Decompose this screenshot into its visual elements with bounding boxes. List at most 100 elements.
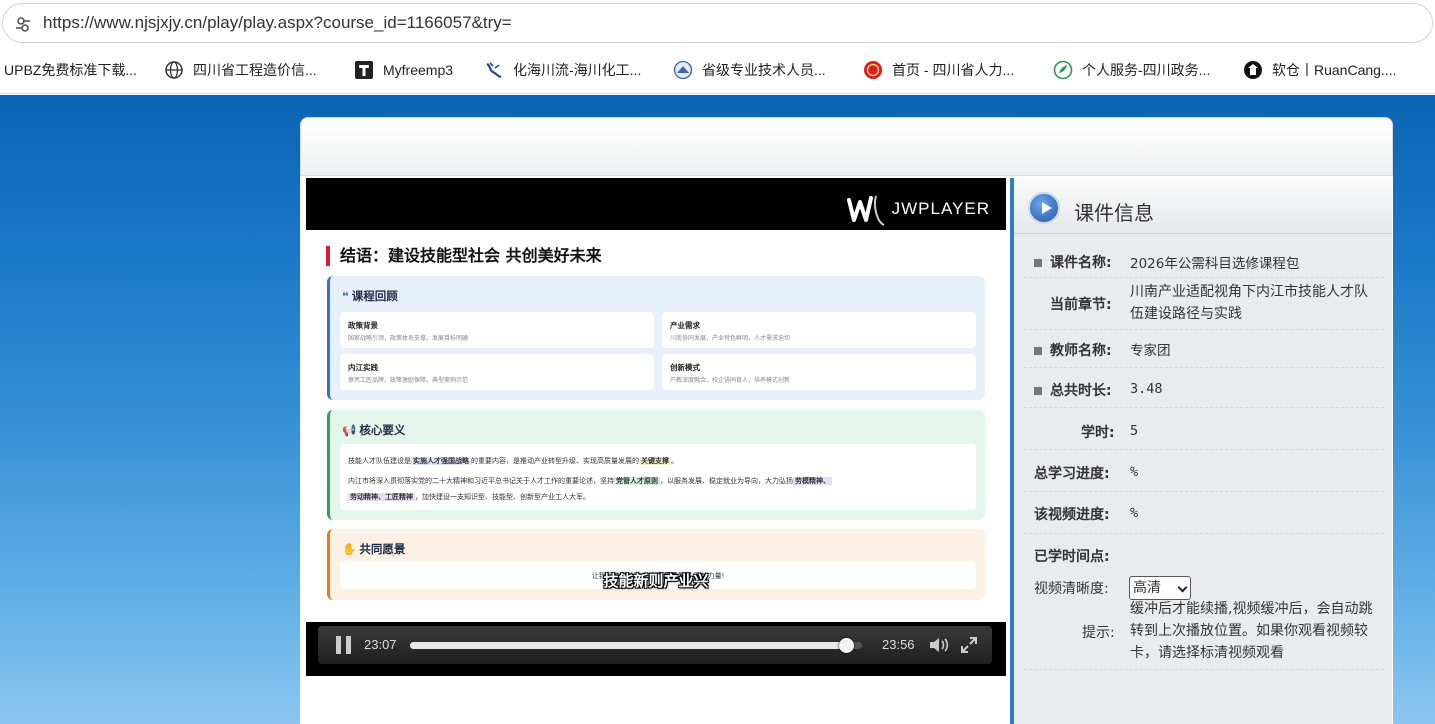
seek-bar-progress [410,642,847,649]
tip-row: 提示: 缓冲后才能续播,视频缓冲后，会自动跳转到上次播放位置。如果你观看视频较卡… [1024,598,1384,670]
total-progress-row: 总学习进度: % [1024,454,1384,492]
teacher-value: 专家团 [1130,343,1171,359]
t-logo-icon [355,61,373,79]
seek-bar[interactable] [410,638,862,653]
chapter-value: 川南产业适配视角下内江市技能人才队伍建设路径与实践 [1130,284,1368,322]
video-progress-value: % [1130,505,1139,521]
quality-label: 视频清晰度: [1034,581,1109,597]
tip-text: 缓冲后才能续播,视频缓冲后，会自动跳转到上次播放位置。如果你观看视频较卡，请选择… [1130,601,1373,661]
teacher-row: 教师名称: 专家团 [1024,332,1384,368]
bookmark-province[interactable]: 省级专业技术人员... [673,58,826,82]
total-progress-value: % [1130,464,1139,480]
globe-icon [165,61,183,79]
seek-knob[interactable] [839,638,855,653]
bookmark-label: Myfreemp3 [383,62,454,78]
bookmark-sc-hr[interactable]: 首页 - 四川省人力... [863,58,1014,82]
red-badge-icon [864,61,882,79]
bookmark-sc-cost[interactable]: 四川省工程造价信... [164,58,317,82]
page-header-frame [300,117,1393,176]
core-heading: 📢 核心要义 [342,423,406,437]
bookmark-upbz[interactable]: UPBZ免费标准下载... [4,58,137,82]
ruancang-icon [1244,61,1262,79]
duration-value: 3.48 [1130,381,1163,397]
review-item: 政策背景 国家战略引领，政策体系支撑，发展目标明确 [340,312,654,348]
bookmark-label: 首页 - 四川省人力... [892,62,1015,78]
bookmark-ruancang[interactable]: 软仓丨RuanCang.... [1243,58,1397,82]
review-card: ❝ 课程回顾 政策背景 国家战略引领，政策体系支撑，发展目标明确 产业需求 川南协… [327,276,985,400]
bookmark-label: UPBZ免费标准下载... [4,62,138,78]
quality-selected-value: 高清 [1133,580,1161,596]
core-text-box: 技能人才队伍建设是 实施人才强国战略 的重要内容，是推动产业转型升级、实现高质量发展… [340,444,976,510]
bookmark-myfreemp3[interactable]: Myfreemp3 [354,58,453,82]
course-name-label: 课件名称: [1034,252,1112,272]
bullet-square-icon [1034,259,1042,267]
video-progress-row: 该视频进度: % [1024,496,1384,534]
duration-label: 总共时长: [1034,380,1112,400]
quality-select[interactable]: 高清 [1129,576,1191,600]
bookmark-label: 个人服务-四川政务... [1082,62,1211,78]
core-line-1: 技能人才队伍建设是 实施人才强国战略 的重要内容，是推动产业转型升级、实现高质量发展… [348,457,678,465]
teacher-label: 教师名称: [1034,340,1112,360]
fullscreen-icon[interactable] [961,637,977,653]
vision-heading: ✋ 共同愿景 [342,542,406,556]
bullet-square-icon [1034,347,1042,355]
info-title: 课件信息 [1074,201,1154,225]
duration-row: 总共时长: 3.48 [1024,372,1384,408]
total-progress-label: 总学习进度: [1034,466,1110,482]
credits-row: 学时: 5 [1024,412,1384,450]
core-card: 📢 核心要义 技能人才队伍建设是 实施人才强国战略 的重要内容，是推动产业转型升级、实… [327,410,985,520]
duration-time: 23:56 [882,637,915,652]
course-info-panel: 课件信息 课件名称: 2026年公需科目选修课程包 当前章节: 川南产业适配视角… [1010,178,1392,724]
time-points-label: 已学时间点: [1034,549,1110,565]
review-item-desc: 国家战略引领，政策体系支撑，发展目标明确 [348,335,469,342]
video-top-bar: JWPLAYER [306,178,1006,230]
slide-title: 结语：建设技能型社会 共创美好未来 [326,246,602,266]
bookmark-label: 软仓丨RuanCang.... [1272,62,1397,78]
video-subtitle: 技能新则产业兴 [603,572,709,590]
chapter-row: 当前章节: 川南产业适配视角下内江市技能人才队伍建设路径与实践 [1024,280,1384,330]
quote-icon: ❝ [342,289,349,303]
tip-label: 提示: [1082,625,1115,641]
credits-value: 5 [1130,423,1139,439]
current-time: 23:07 [364,637,397,652]
review-item-title: 创新模式 [670,363,700,372]
pause-button[interactable] [336,636,352,654]
volume-icon[interactable] [928,636,950,654]
review-heading: ❝ 课程回顾 [342,289,398,303]
chevron-down-icon [1177,582,1188,593]
slide-content: 结语：建设技能型社会 共创美好未来 ❝ 课程回顾 政策背景 国家战略引领，政策体系… [306,230,1006,622]
review-item-desc: 擦亮工匠品牌，政策激励保障，典型案例示范 [348,377,469,384]
review-item-title: 政策背景 [348,321,378,330]
bullet-square-icon [1034,387,1042,395]
jwplayer-brand: JWPLAYER [891,199,990,218]
review-item-title: 内江实践 [348,363,378,372]
megaphone-icon: 📢 [342,423,357,437]
course-name-value: 2026年公需科目选修课程包 [1130,256,1300,272]
sichuan-gov-icon [1053,60,1073,80]
info-header: 课件信息 [1014,178,1392,234]
video-player[interactable]: JWPLAYER 结语：建设技能型社会 共创美好未来 ❝ 课程回顾 政策背景 国家… [306,178,1006,676]
play-circle-icon [1028,192,1060,224]
core-line-2: 内江市将深入贯彻落实党的二十大精神和习近平总书记关于人才工作的重要论述，坚持 党管… [348,477,832,485]
time-points-row: 已学时间点: [1024,538,1384,576]
bookmark-label: 化海川流-海川化工... [513,62,642,78]
jwplayer-logo: JWPLAYER [846,192,990,226]
haichuan-icon [486,62,502,79]
player-controls: 23:07 23:56 [318,626,992,664]
bookmark-haichuan[interactable]: 化海川流-海川化工... [484,58,641,82]
review-item-title: 产业需求 [670,321,700,330]
url-text[interactable]: https://www.njsjxjy.cn/play/play.aspx?co… [43,13,512,33]
address-bar: https://www.njsjxjy.cn/play/play.aspx?co… [0,0,1435,46]
bookmarks-bar: UPBZ免费标准下载... 四川省工程造价信... Myfreemp3 化海川流… [0,46,1435,94]
url-box[interactable]: https://www.njsjxjy.cn/play/play.aspx?co… [2,3,1433,43]
credits-label: 学时: [1081,425,1115,441]
course-name-row: 课件名称: 2026年公需科目选修课程包 [1024,244,1384,278]
bookmark-label: 四川省工程造价信... [193,62,317,78]
review-item-desc: 川南协同发展，产业特色鲜明，人才需求迫切 [670,335,791,342]
video-progress-label: 该视频进度: [1034,507,1110,523]
bookmark-sc-gov[interactable]: 个人服务-四川政务... [1053,58,1210,82]
province-icon [673,60,693,80]
site-info-icon[interactable] [13,14,33,34]
chapter-label: 当前章节: [1050,297,1112,313]
handshake-icon: ✋ [342,542,357,556]
